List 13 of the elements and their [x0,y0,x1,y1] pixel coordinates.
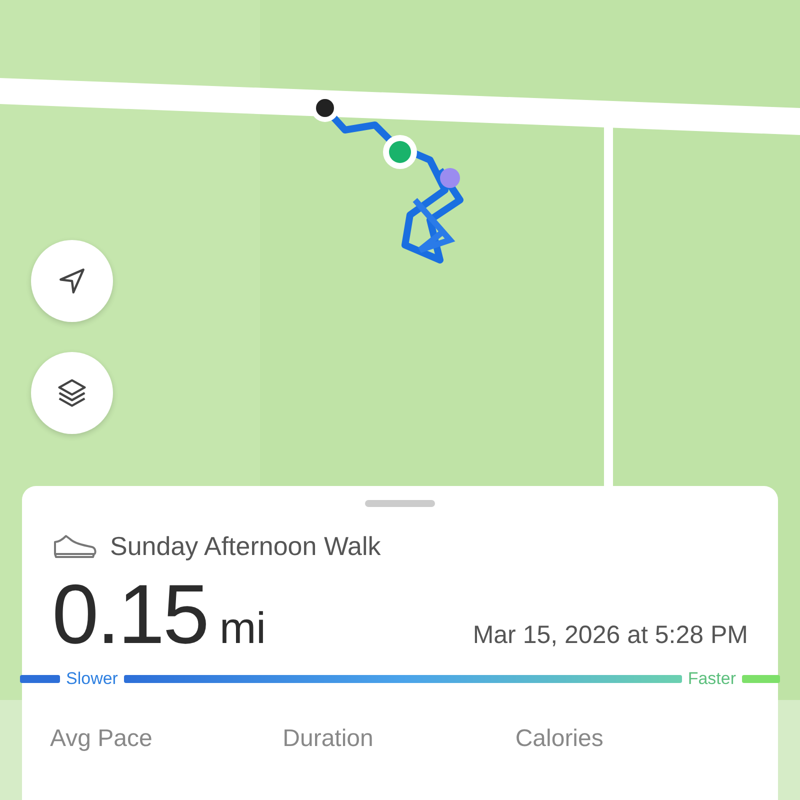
stat-label: Calories [515,725,604,753]
activity-title: Sunday Afternoon Walk [110,531,381,562]
drag-handle[interactable] [365,500,435,507]
fast-pace-bar [742,675,780,683]
distance-value: 0.15 [52,566,208,663]
slow-pace-bar [20,675,60,683]
shoe-icon [52,534,98,560]
distance-unit: mi [220,604,266,654]
activity-date: Mar 15, 2026 at 5:28 PM [472,621,748,650]
stat-label: Duration [282,725,374,753]
stat-label: Avg Pace [50,725,154,753]
slower-label: Slower [66,669,118,689]
faster-label: Faster [688,669,736,689]
